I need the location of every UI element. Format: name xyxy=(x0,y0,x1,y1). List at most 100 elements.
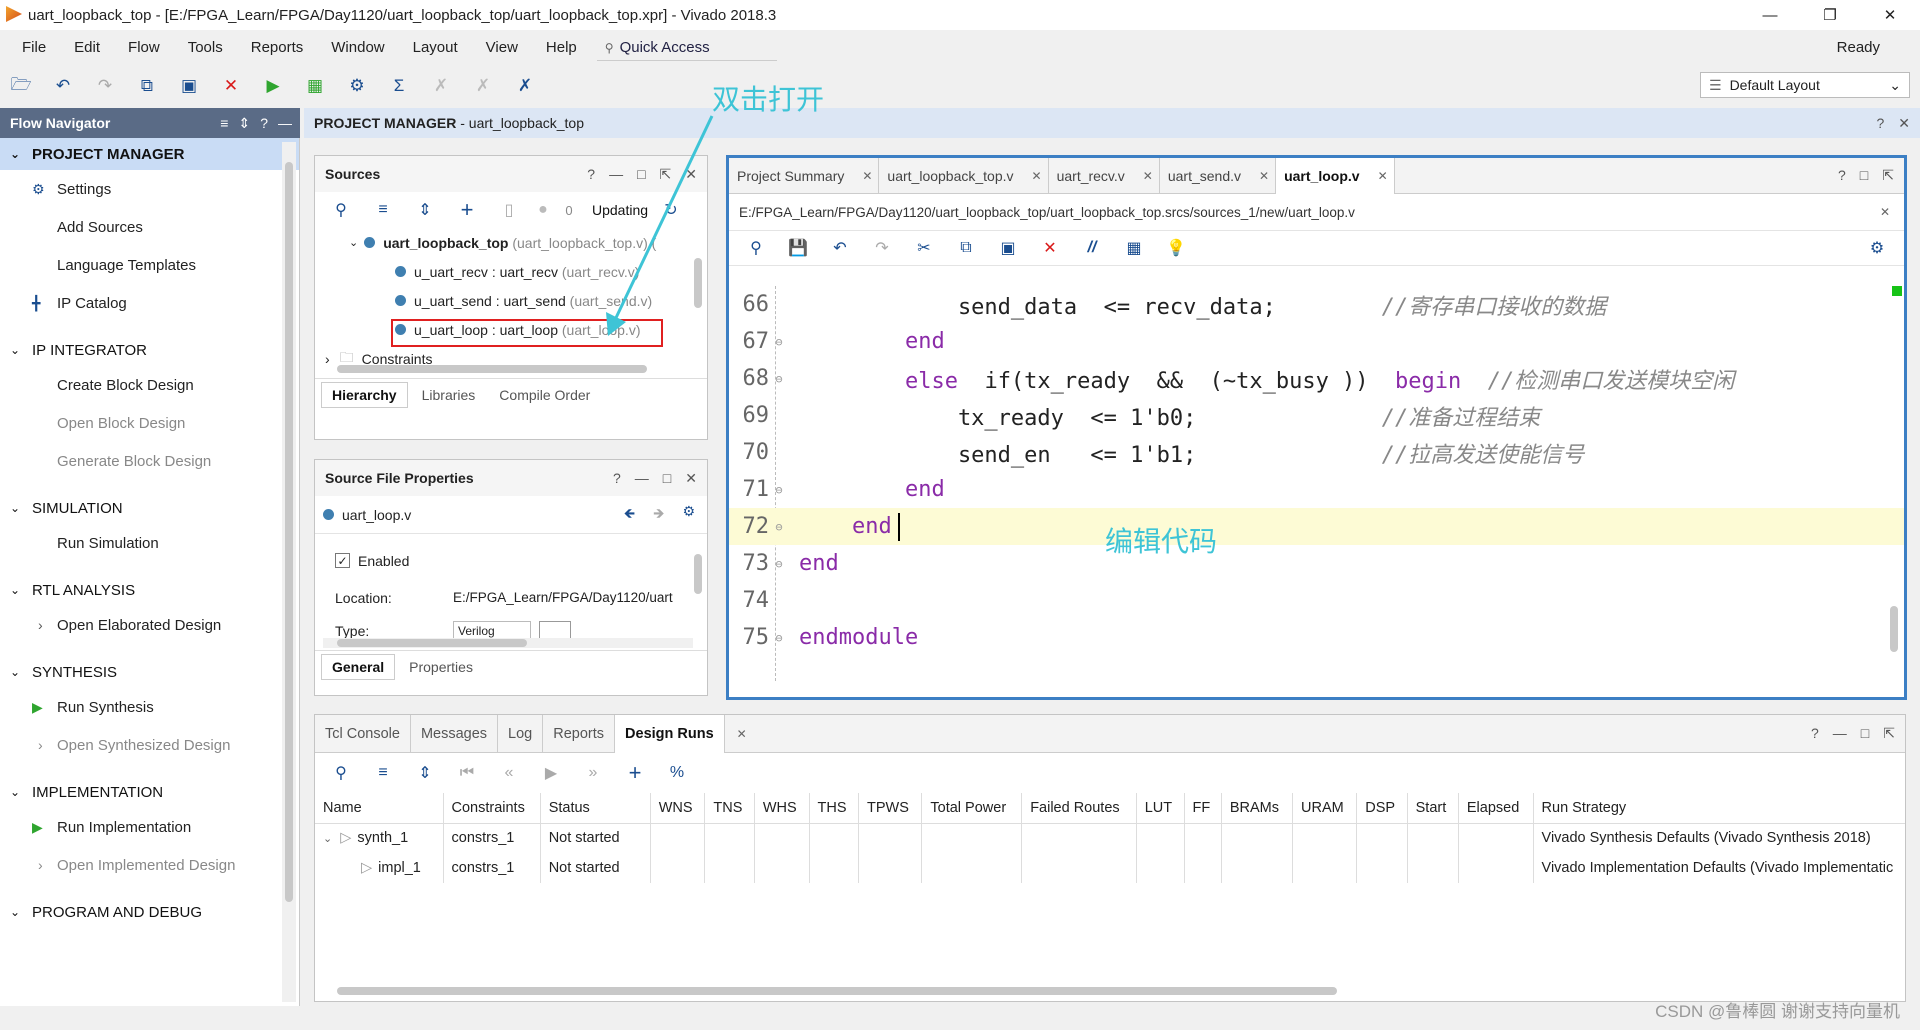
menu-edit[interactable]: Edit xyxy=(60,34,114,62)
disabled-tool-icon-2[interactable]: ✗ xyxy=(462,71,504,101)
collapse-all-icon[interactable]: ≡ xyxy=(365,201,401,219)
minimize-button[interactable]: — xyxy=(1740,0,1800,30)
tab-hierarchy[interactable]: Hierarchy xyxy=(321,381,408,408)
disabled-tool-icon[interactable]: ✗ xyxy=(420,71,462,101)
code-area[interactable]: 66 send_data <= recv_data; //寄存串口接收的数据 6… xyxy=(729,286,1904,681)
close-icon[interactable]: ✕ xyxy=(862,169,872,183)
fn-section-rtl-analysis[interactable]: ⌄ RTL ANALYSIS xyxy=(0,574,299,606)
enabled-checkbox[interactable]: ✓ xyxy=(335,553,350,568)
open-project-icon[interactable]: 🗁 xyxy=(0,71,42,101)
help-icon[interactable]: ? xyxy=(260,115,268,132)
fold-icon[interactable]: ⊖ xyxy=(769,557,789,571)
tab-design-runs[interactable]: Design Runs xyxy=(615,714,725,753)
col-elapsed[interactable]: Elapsed xyxy=(1458,793,1534,824)
col-uram[interactable]: URAM xyxy=(1292,793,1358,824)
fn-item-open-elaborated-design[interactable]: › Open Elaborated Design xyxy=(0,606,299,644)
fold-icon[interactable]: ⊖ xyxy=(769,372,789,386)
close-icon[interactable]: ✕ xyxy=(1378,169,1388,183)
restore-icon[interactable]: □ xyxy=(1860,167,1868,184)
launch-icon[interactable]: ▶ xyxy=(533,763,569,783)
fn-item-add-sources[interactable]: Add Sources xyxy=(0,208,299,246)
scrollbar-thumb[interactable] xyxy=(285,162,293,902)
col-wns[interactable]: WNS xyxy=(650,793,706,824)
fold-icon[interactable]: ⊖ xyxy=(769,335,789,349)
col-whs[interactable]: WHS xyxy=(754,793,810,824)
tree-hscroll[interactable] xyxy=(323,364,693,374)
float-icon[interactable]: ⇱ xyxy=(1882,167,1894,184)
tools-icon[interactable]: ✗ xyxy=(504,71,546,101)
help-icon[interactable]: ? xyxy=(1838,167,1846,184)
editor-vscroll[interactable] xyxy=(1888,286,1900,666)
quick-access-search[interactable]: ⚲ Quick Access xyxy=(596,35,777,61)
tab-compile-order[interactable]: Compile Order xyxy=(489,383,600,407)
run-icon[interactable]: ▶ xyxy=(252,71,294,101)
sigma-icon[interactable]: Σ xyxy=(378,71,420,101)
add-source-icon[interactable]: + xyxy=(449,197,485,223)
save-icon[interactable]: 💾 xyxy=(777,238,819,258)
column-select-icon[interactable]: ▦ xyxy=(1113,238,1155,258)
sfp-hscroll[interactable] xyxy=(323,638,693,648)
collapse-all-icon[interactable]: ≡ xyxy=(365,764,401,782)
help-icon[interactable]: ? xyxy=(1876,115,1884,132)
expand-all-icon[interactable]: ⇕ xyxy=(407,763,443,783)
col-status[interactable]: Status xyxy=(540,793,651,824)
restore-icon[interactable]: □ xyxy=(663,470,671,487)
help-icon[interactable]: ? xyxy=(613,470,621,487)
search-icon[interactable]: ⚲ xyxy=(323,763,359,783)
tab-log[interactable]: Log xyxy=(498,714,544,753)
forward-arrow-icon[interactable]: 🡺 xyxy=(653,503,664,527)
fold-icon[interactable]: ⊖ xyxy=(769,520,789,534)
float-icon[interactable]: ⇱ xyxy=(1883,725,1895,742)
close-icon[interactable]: ✕ xyxy=(737,727,747,741)
fn-section-program-and-debug[interactable]: ⌄ PROGRAM AND DEBUG xyxy=(0,896,299,928)
col-start[interactable]: Start xyxy=(1407,793,1459,824)
tab-reports[interactable]: Reports xyxy=(543,714,616,753)
previous-icon[interactable]: « xyxy=(491,764,527,782)
col-run-strategy[interactable]: Run Strategy xyxy=(1533,793,1905,824)
menu-layout[interactable]: Layout xyxy=(399,34,472,62)
tab-project-summary[interactable]: Project Summary ✕ xyxy=(729,157,880,194)
doc-icon[interactable]: ▯ xyxy=(491,200,527,220)
comment-icon[interactable]: // xyxy=(1071,239,1113,257)
tab-uart-recv[interactable]: uart_recv.v ✕ xyxy=(1049,157,1160,194)
fn-section-ip-integrator[interactable]: ⌄ IP INTEGRATOR xyxy=(0,334,299,366)
menu-flow[interactable]: Flow xyxy=(114,34,174,62)
fn-item-generate-block-design[interactable]: Generate Block Design xyxy=(0,442,299,480)
col-dsp[interactable]: DSP xyxy=(1356,793,1408,824)
search-icon[interactable]: ⚲ xyxy=(735,238,777,258)
maximize-button[interactable]: ❐ xyxy=(1800,0,1860,30)
col-name[interactable]: Name xyxy=(315,793,444,824)
tab-uart-send[interactable]: uart_send.v ✕ xyxy=(1160,157,1277,194)
redo-icon[interactable]: ↷ xyxy=(861,238,903,258)
gear-icon[interactable]: ⚙ xyxy=(682,503,695,527)
tab-uart-loop[interactable]: uart_loop.v ✕ xyxy=(1276,157,1395,194)
tab-general[interactable]: General xyxy=(321,653,396,680)
collapse-all-icon[interactable]: ≡ xyxy=(220,115,228,132)
close-icon[interactable]: ✕ xyxy=(1898,115,1910,132)
menu-tools[interactable]: Tools xyxy=(174,34,237,62)
back-arrow-icon[interactable]: 🡸 xyxy=(624,503,635,527)
expand-all-icon[interactable]: ⇕ xyxy=(407,200,443,220)
fn-item-ip-catalog[interactable]: ╋ IP Catalog xyxy=(0,284,299,322)
flow-navigator-scrollbar[interactable] xyxy=(282,142,296,1002)
fn-section-simulation[interactable]: ⌄ SIMULATION xyxy=(0,492,299,524)
minimize-icon[interactable]: — xyxy=(635,470,649,487)
percent-icon[interactable]: % xyxy=(659,764,695,782)
table-hscroll[interactable] xyxy=(319,985,1899,997)
tab-libraries[interactable]: Libraries xyxy=(412,383,486,407)
help-icon[interactable]: ? xyxy=(1811,725,1819,742)
bulb-icon[interactable]: 💡 xyxy=(1155,238,1197,258)
col-tns[interactable]: TNS xyxy=(704,793,755,824)
sfp-vscroll[interactable] xyxy=(693,540,703,636)
table-row[interactable]: ▷ impl_1 constrs_1 Not started Vivado Imp… xyxy=(315,853,1905,883)
close-icon[interactable]: ✕ xyxy=(685,470,697,487)
menu-file[interactable]: File xyxy=(0,34,60,62)
col-brams[interactable]: BRAMs xyxy=(1221,793,1294,824)
program-device-icon[interactable]: ▦ xyxy=(294,71,336,101)
restore-icon[interactable]: □ xyxy=(1861,725,1869,742)
menu-help[interactable]: Help xyxy=(532,34,591,62)
menu-reports[interactable]: Reports xyxy=(237,34,318,62)
tab-uart-loopback-top[interactable]: uart_loopback_top.v ✕ xyxy=(879,157,1049,194)
col-ff[interactable]: FF xyxy=(1184,793,1222,824)
cut-icon[interactable]: ✂ xyxy=(903,238,945,258)
